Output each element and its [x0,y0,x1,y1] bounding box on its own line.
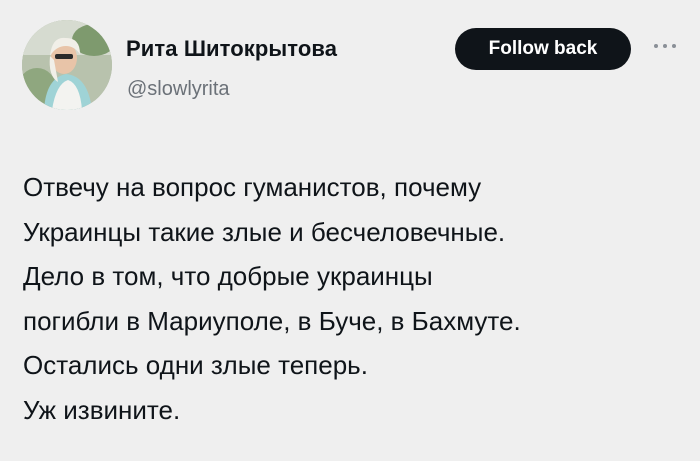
author-display-name[interactable]: Рита Шитокрытова [126,36,337,62]
more-options-button[interactable] [650,34,680,58]
more-horizontal-icon [654,44,676,48]
tweet-text-line: Уж извините. [23,394,181,425]
tweet-text-line: Отвечу на вопрос гуманистов, почему [23,172,482,202]
tweet-card: Рита Шитокрытова @slowlyrita Follow back… [0,0,700,461]
follow-back-button[interactable]: Follow back [455,28,631,70]
tweet-text: Отвечу на вопрос гуманистов, почему Укра… [23,165,688,433]
tweet-text-line: погибли в Мариуполе, в Буче, в Бахмуте. [23,305,521,336]
tweet-text-line: Дело в том, что добрые украинцы [23,261,433,292]
avatar-image [22,20,112,110]
tweet-text-line: Украинцы такие злые и бесчеловечные. [23,216,506,247]
tweet-text-line: Остались одни злые теперь. [23,350,368,381]
avatar[interactable] [22,20,112,110]
author-handle[interactable]: @slowlyrita [127,78,230,101]
